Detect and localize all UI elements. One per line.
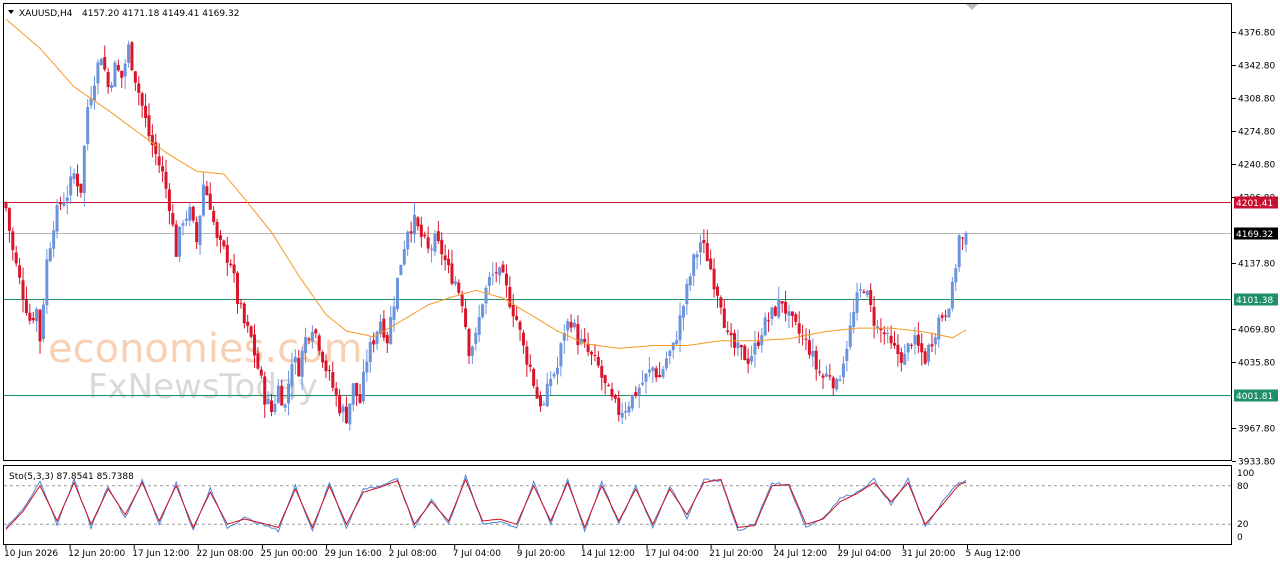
time-tick-label: 31 Jul 20:00 xyxy=(901,549,955,559)
candle xyxy=(395,277,399,312)
time-tick-label: 7 Jul 04:00 xyxy=(453,549,502,559)
level-tag-text: 4201.41 xyxy=(1236,199,1273,209)
time-tick-label: 12 Jun 20:00 xyxy=(68,549,125,559)
price-tick-label: 4376.80 xyxy=(1238,29,1275,39)
time-tick-label: 29 Jul 04:00 xyxy=(837,549,891,559)
price-tick-label: 4240.80 xyxy=(1238,161,1275,171)
time-tick-label: 17 Jun 12:00 xyxy=(132,549,189,559)
time-tick-label: 10 Jun 2026 xyxy=(4,549,58,559)
time-tick-label: 2 Jul 08:00 xyxy=(389,549,438,559)
candle xyxy=(532,367,536,389)
watermark-subbrand: FxNewsToday xyxy=(88,367,318,407)
candle xyxy=(481,303,485,319)
price-tick-label: 4308.80 xyxy=(1238,95,1275,105)
symbol-label: XAUUSD,H4 xyxy=(19,9,73,19)
candle xyxy=(178,226,182,263)
time-tick-label: 22 Jun 08:00 xyxy=(196,549,253,559)
candle xyxy=(399,264,403,276)
candle xyxy=(99,57,103,66)
stoch-tick-label: 100 xyxy=(1237,469,1254,479)
candle xyxy=(191,205,195,223)
stoch-tick-label: 0 xyxy=(1237,533,1243,543)
candle xyxy=(249,325,253,339)
time-tick-label: 25 Jun 00:00 xyxy=(260,549,317,559)
time-tick-label: 17 Jul 04:00 xyxy=(645,549,699,559)
level-tag-4201.41: 4201.41 xyxy=(1234,196,1278,209)
price-tick-label: 4342.80 xyxy=(1238,62,1275,72)
level-tag-4169.32: 4169.32 xyxy=(1234,227,1278,240)
time-axis[interactable]: 10 Jun 2026 12 Jun 20:00 17 Jun 12:00 22 Ju… xyxy=(4,545,1021,559)
candle xyxy=(773,305,777,317)
price-tick-label: 4069.80 xyxy=(1238,326,1275,336)
candle xyxy=(113,60,117,88)
stoch-indicator-label: Sto(5,3,3) 87.8541 85.7388 xyxy=(9,472,134,482)
time-tick-label: 5 Aug 12:00 xyxy=(966,549,1021,559)
candle xyxy=(957,233,961,272)
stoch-tick-label: 80 xyxy=(1237,482,1249,492)
time-tick-label: 21 Jul 20:00 xyxy=(709,549,763,559)
ohlc-values: 4157.20 4171.18 4149.41 4169.32 xyxy=(82,9,239,19)
candle xyxy=(743,344,747,361)
stoch-tick-label: 20 xyxy=(1237,520,1249,530)
price-chart[interactable]: economies.com FxNewsToday XAUUSD,H4 4157… xyxy=(0,0,1280,567)
candle xyxy=(130,41,134,72)
stoch-pane-frame xyxy=(3,465,1232,545)
time-tick-label: 14 Jul 12:00 xyxy=(581,549,635,559)
price-tick-label: 4137.80 xyxy=(1238,260,1275,270)
level-tag-text: 4101.38 xyxy=(1236,296,1273,306)
price-tick-label: 3933.80 xyxy=(1238,458,1275,468)
price-tick-label: 3967.80 xyxy=(1238,425,1275,435)
price-tick-label: 4035.80 xyxy=(1238,359,1275,369)
candle xyxy=(174,220,178,258)
candle xyxy=(950,276,954,312)
candle xyxy=(41,298,45,343)
time-tick-label: 9 Jul 20:00 xyxy=(517,549,566,559)
level-tag-4001.81: 4001.81 xyxy=(1234,389,1278,402)
level-tag-4101.38: 4101.38 xyxy=(1234,293,1278,306)
price-level-tags: 4201.41 4169.32 4101.38 4001.81 xyxy=(1234,196,1278,402)
time-tick-label: 24 Jul 12:00 xyxy=(773,549,827,559)
time-tick-label: 29 Jun 16:00 xyxy=(325,549,382,559)
price-tick-label: 4274.80 xyxy=(1238,128,1275,138)
level-tag-text: 4169.32 xyxy=(1236,230,1273,240)
candle xyxy=(947,308,951,318)
level-tag-text: 4001.81 xyxy=(1236,392,1273,402)
